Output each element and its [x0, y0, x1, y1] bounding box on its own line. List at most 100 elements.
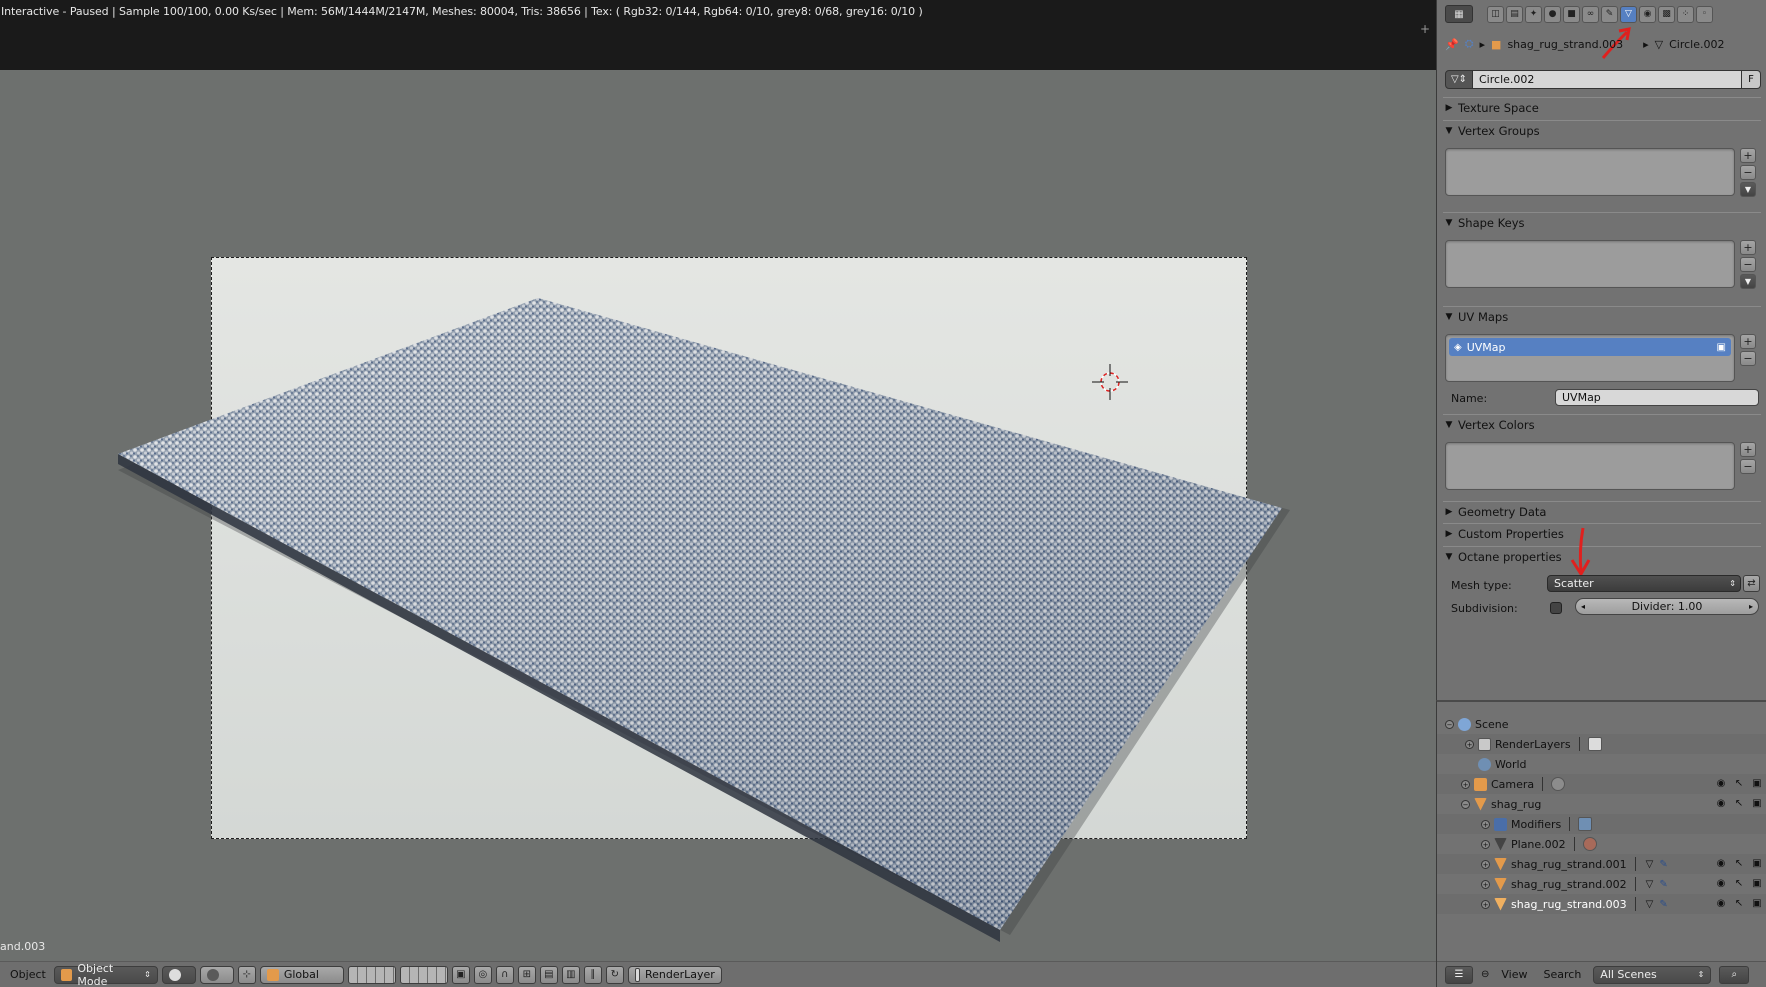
expand-icon[interactable]: +	[1461, 779, 1470, 789]
constraints-icon[interactable]: ∞	[1582, 5, 1599, 23]
divider-slider[interactable]: ◂ Divider: 1.00 ▸	[1575, 598, 1759, 615]
collapse-icon[interactable]: ⊖	[1481, 969, 1489, 980]
search-icon[interactable]: ⌕	[1719, 965, 1750, 984]
mesh-datablock-selector[interactable]: ▽⇕ Circle.002 F	[1445, 70, 1761, 89]
eye-icon[interactable]: ◉	[1715, 858, 1727, 870]
display-mode-dropdown[interactable]: All Scenes ⇕	[1593, 965, 1712, 984]
subdivision-checkbox[interactable]	[1550, 602, 1562, 614]
panel-vertex-colors[interactable]: ▼ Vertex Colors	[1443, 414, 1761, 434]
panel-uv-maps[interactable]: ▼ UV Maps	[1443, 306, 1761, 326]
data-icon[interactable]: ▽	[1620, 5, 1637, 23]
cursor-select-icon[interactable]: ↖	[1733, 898, 1745, 910]
snap-toggle-icon[interactable]: ∩	[495, 965, 514, 984]
fake-user-button[interactable]: F	[1742, 70, 1761, 89]
chevron-right-icon[interactable]: ▸	[1749, 602, 1753, 611]
outliner-row-renderlayers[interactable]: + RenderLayers	[1437, 734, 1766, 754]
cursor-select-icon[interactable]: ↖	[1733, 778, 1745, 790]
eye-icon[interactable]: ◉	[1715, 798, 1727, 810]
render-camera-icon[interactable]: ▣	[1751, 858, 1763, 870]
vertex-groups-list[interactable]	[1445, 148, 1735, 196]
expand-icon[interactable]: +	[1481, 899, 1490, 909]
proportional-edit-icon[interactable]: ◎	[473, 965, 492, 984]
remove-shape-key-button[interactable]: −	[1740, 257, 1756, 272]
refresh-icon[interactable]: ↻	[605, 965, 624, 984]
cursor-select-icon[interactable]: ↖	[1733, 858, 1745, 870]
object-icon[interactable]: ■	[1563, 5, 1580, 23]
remove-vertex-color-button[interactable]: −	[1740, 459, 1756, 474]
expand-icon[interactable]: +	[1481, 879, 1490, 889]
modifiers-icon[interactable]: ✎	[1601, 5, 1618, 23]
add-shape-key-button[interactable]: +	[1740, 240, 1756, 255]
lock-layers-icon[interactable]: ▣	[451, 965, 470, 984]
orientation-selector[interactable]: Global	[259, 965, 344, 984]
expand-icon[interactable]: +	[1481, 819, 1490, 829]
search-menu[interactable]: Search	[1540, 968, 1586, 981]
object-menu[interactable]: Object	[6, 968, 50, 981]
chevron-left-icon[interactable]: ◂	[1581, 602, 1585, 611]
expand-icon[interactable]: +	[1481, 839, 1490, 849]
editor-type-icon[interactable]: ☰	[1445, 965, 1473, 984]
outliner-row-scene[interactable]: − Scene	[1437, 714, 1766, 734]
render-still-icon[interactable]: ▤	[539, 965, 558, 984]
uv-maps-list[interactable]: ◈ UVMap ▣	[1445, 334, 1735, 382]
shading-selector[interactable]	[161, 965, 196, 984]
vertex-colors-list[interactable]	[1445, 442, 1735, 490]
mesh-type-refresh-icon[interactable]: ⇄	[1743, 575, 1760, 592]
panel-shape-keys[interactable]: ▼ Shape Keys	[1443, 212, 1761, 232]
mesh-browse-icon[interactable]: ▽⇕	[1445, 70, 1473, 89]
panel-vertex-groups[interactable]: ▼ Vertex Groups	[1443, 120, 1761, 140]
panel-octane-properties[interactable]: ▼ Octane properties	[1443, 546, 1761, 566]
outliner-row-modifiers[interactable]: + Modifiers	[1437, 814, 1766, 834]
expand-icon[interactable]: +	[1481, 859, 1490, 869]
remove-vertex-group-button[interactable]: −	[1740, 165, 1756, 180]
eye-icon[interactable]: ◉	[1715, 778, 1727, 790]
outliner-row-world[interactable]: World	[1437, 754, 1766, 774]
panel-custom-properties[interactable]: ▶ Custom Properties	[1443, 523, 1761, 543]
pin-icon[interactable]: 📌	[1445, 38, 1459, 51]
eye-icon[interactable]: ◉	[1715, 878, 1727, 890]
add-vertex-group-button[interactable]: +	[1740, 148, 1756, 163]
render-camera-icon[interactable]: ▣	[1751, 798, 1763, 810]
eye-icon[interactable]: ◉	[1715, 898, 1727, 910]
remove-uv-map-button[interactable]: −	[1740, 351, 1756, 366]
render-camera-icon[interactable]: ▣	[1751, 878, 1763, 890]
outliner-row-plane[interactable]: + Plane.002	[1437, 834, 1766, 854]
collapse-icon[interactable]: −	[1445, 719, 1454, 729]
render-icon[interactable]: ◫	[1487, 5, 1504, 23]
physics-icon[interactable]: ◦	[1696, 5, 1713, 23]
cursor-select-icon[interactable]: ↖	[1733, 878, 1745, 890]
vertex-group-specials-button[interactable]: ▼	[1740, 182, 1756, 197]
particles-icon[interactable]: ⁘	[1677, 5, 1694, 23]
add-vertex-color-button[interactable]: +	[1740, 442, 1756, 457]
snap-element-icon[interactable]: ⊞	[517, 965, 536, 984]
manipulator-toggle[interactable]: ⊹	[237, 965, 256, 984]
uv-name-field[interactable]: UVMap	[1555, 389, 1759, 406]
shape-keys-list[interactable]	[1445, 240, 1735, 288]
scene-icon[interactable]: ✦	[1525, 5, 1542, 23]
shape-key-specials-button[interactable]: ▼	[1740, 274, 1756, 289]
outliner-row-strand-003[interactable]: + shag_rug_strand.003 ▽ ✎ ◉ ↖ ▣	[1437, 894, 1766, 914]
uv-map-item[interactable]: ◈ UVMap ▣	[1449, 338, 1731, 356]
3d-cursor-icon[interactable]	[1090, 362, 1130, 402]
panel-geometry-data[interactable]: ▶ Geometry Data	[1443, 501, 1761, 521]
panel-texture-space[interactable]: ▶ Texture Space	[1443, 97, 1761, 117]
render-camera-icon[interactable]: ▣	[1751, 778, 1763, 790]
add-uv-map-button[interactable]: +	[1740, 334, 1756, 349]
plus-icon[interactable]: +	[1420, 22, 1430, 36]
mesh-name-field[interactable]: Circle.002	[1473, 70, 1742, 89]
collapse-icon[interactable]: −	[1461, 799, 1470, 809]
editor-type-icon[interactable]: ▦	[1445, 5, 1473, 23]
layer-buttons-1[interactable]	[347, 965, 396, 984]
outliner-row-camera[interactable]: + Camera ◉ ↖ ▣	[1437, 774, 1766, 794]
breadcrumb-object[interactable]: shag_rug_strand.003	[1507, 38, 1623, 51]
pivot-selector[interactable]	[199, 965, 234, 984]
render-layer-selector[interactable]: RenderLayer	[627, 965, 722, 984]
texture-icon[interactable]: ▩	[1658, 5, 1675, 23]
layer-buttons-2[interactable]	[399, 965, 448, 984]
mesh-type-dropdown[interactable]: Scatter ⇕	[1547, 575, 1741, 592]
camera-icon[interactable]: ▣	[1717, 342, 1726, 353]
breadcrumb-mesh[interactable]: Circle.002	[1669, 38, 1724, 51]
render-camera-icon[interactable]: ▣	[1751, 898, 1763, 910]
render-layers-icon[interactable]: ▤	[1506, 5, 1523, 23]
outliner-row-strand-001[interactable]: + shag_rug_strand.001 ▽ ✎ ◉ ↖ ▣	[1437, 854, 1766, 874]
